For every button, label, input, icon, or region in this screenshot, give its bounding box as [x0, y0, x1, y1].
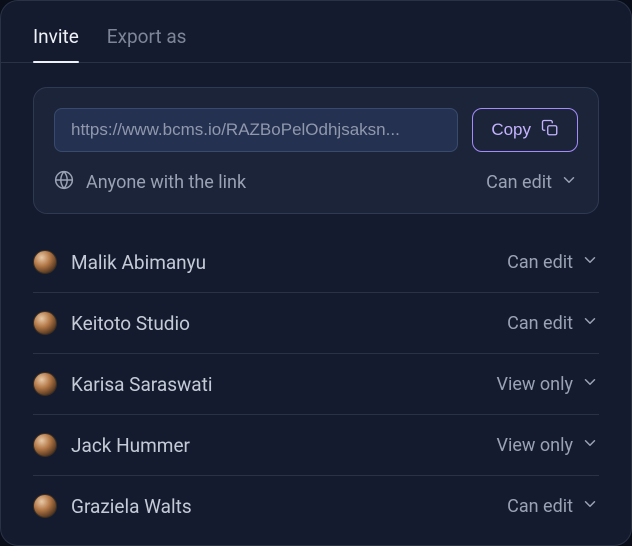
link-access-row: Anyone with the link Can edit [54, 170, 578, 195]
share-dialog: Invite Export as Copy [0, 0, 632, 546]
share-link-row: Copy [54, 108, 578, 152]
chevron-down-icon [581, 251, 599, 274]
person-row: Keitoto Studio Can edit [33, 293, 599, 354]
chevron-down-icon [581, 373, 599, 396]
copy-button[interactable]: Copy [472, 108, 578, 152]
tab-invite[interactable]: Invite [33, 25, 79, 62]
person-name: Graziela Walts [71, 495, 192, 518]
link-access-left: Anyone with the link [54, 170, 246, 195]
avatar [33, 372, 57, 396]
link-permission-label: Can edit [486, 172, 552, 193]
globe-icon [54, 170, 74, 195]
chevron-down-icon [560, 171, 578, 194]
person-row: Malik Abimanyu Can edit [33, 232, 599, 293]
person-name: Jack Hummer [71, 434, 190, 457]
person-left: Karisa Saraswati [33, 372, 212, 396]
person-name: Malik Abimanyu [71, 251, 206, 274]
person-permission-select[interactable]: View only [497, 434, 599, 457]
avatar [33, 433, 57, 457]
chevron-down-icon [581, 312, 599, 335]
chevron-down-icon [581, 434, 599, 457]
person-row: Jack Hummer View only [33, 415, 599, 476]
share-link-card: Copy Anyone with the l [33, 87, 599, 214]
copy-icon [541, 119, 559, 142]
chevron-down-icon [581, 495, 599, 518]
share-link-input[interactable] [54, 108, 458, 152]
person-permission-select[interactable]: Can edit [507, 495, 599, 518]
link-permission-select[interactable]: Can edit [486, 171, 578, 194]
tab-export[interactable]: Export as [107, 25, 187, 62]
person-permission-label: View only [497, 374, 573, 395]
person-name: Keitoto Studio [71, 312, 190, 335]
person-permission-select[interactable]: View only [497, 373, 599, 396]
people-list: Malik Abimanyu Can edit Keitoto Studio C… [33, 232, 599, 536]
person-permission-label: Can edit [507, 313, 573, 334]
avatar [33, 250, 57, 274]
copy-button-label: Copy [491, 120, 531, 140]
person-left: Malik Abimanyu [33, 250, 206, 274]
person-permission-select[interactable]: Can edit [507, 312, 599, 335]
link-access-label: Anyone with the link [86, 172, 246, 193]
person-left: Graziela Walts [33, 494, 192, 518]
person-left: Keitoto Studio [33, 311, 190, 335]
person-permission-select[interactable]: Can edit [507, 251, 599, 274]
person-permission-label: Can edit [507, 252, 573, 273]
person-permission-label: View only [497, 435, 573, 456]
person-row: Karisa Saraswati View only [33, 354, 599, 415]
tabs: Invite Export as [1, 1, 631, 63]
avatar [33, 494, 57, 518]
person-left: Jack Hummer [33, 433, 190, 457]
person-name: Karisa Saraswati [71, 373, 212, 396]
person-row: Graziela Walts Can edit [33, 476, 599, 536]
person-permission-label: Can edit [507, 496, 573, 517]
avatar [33, 311, 57, 335]
